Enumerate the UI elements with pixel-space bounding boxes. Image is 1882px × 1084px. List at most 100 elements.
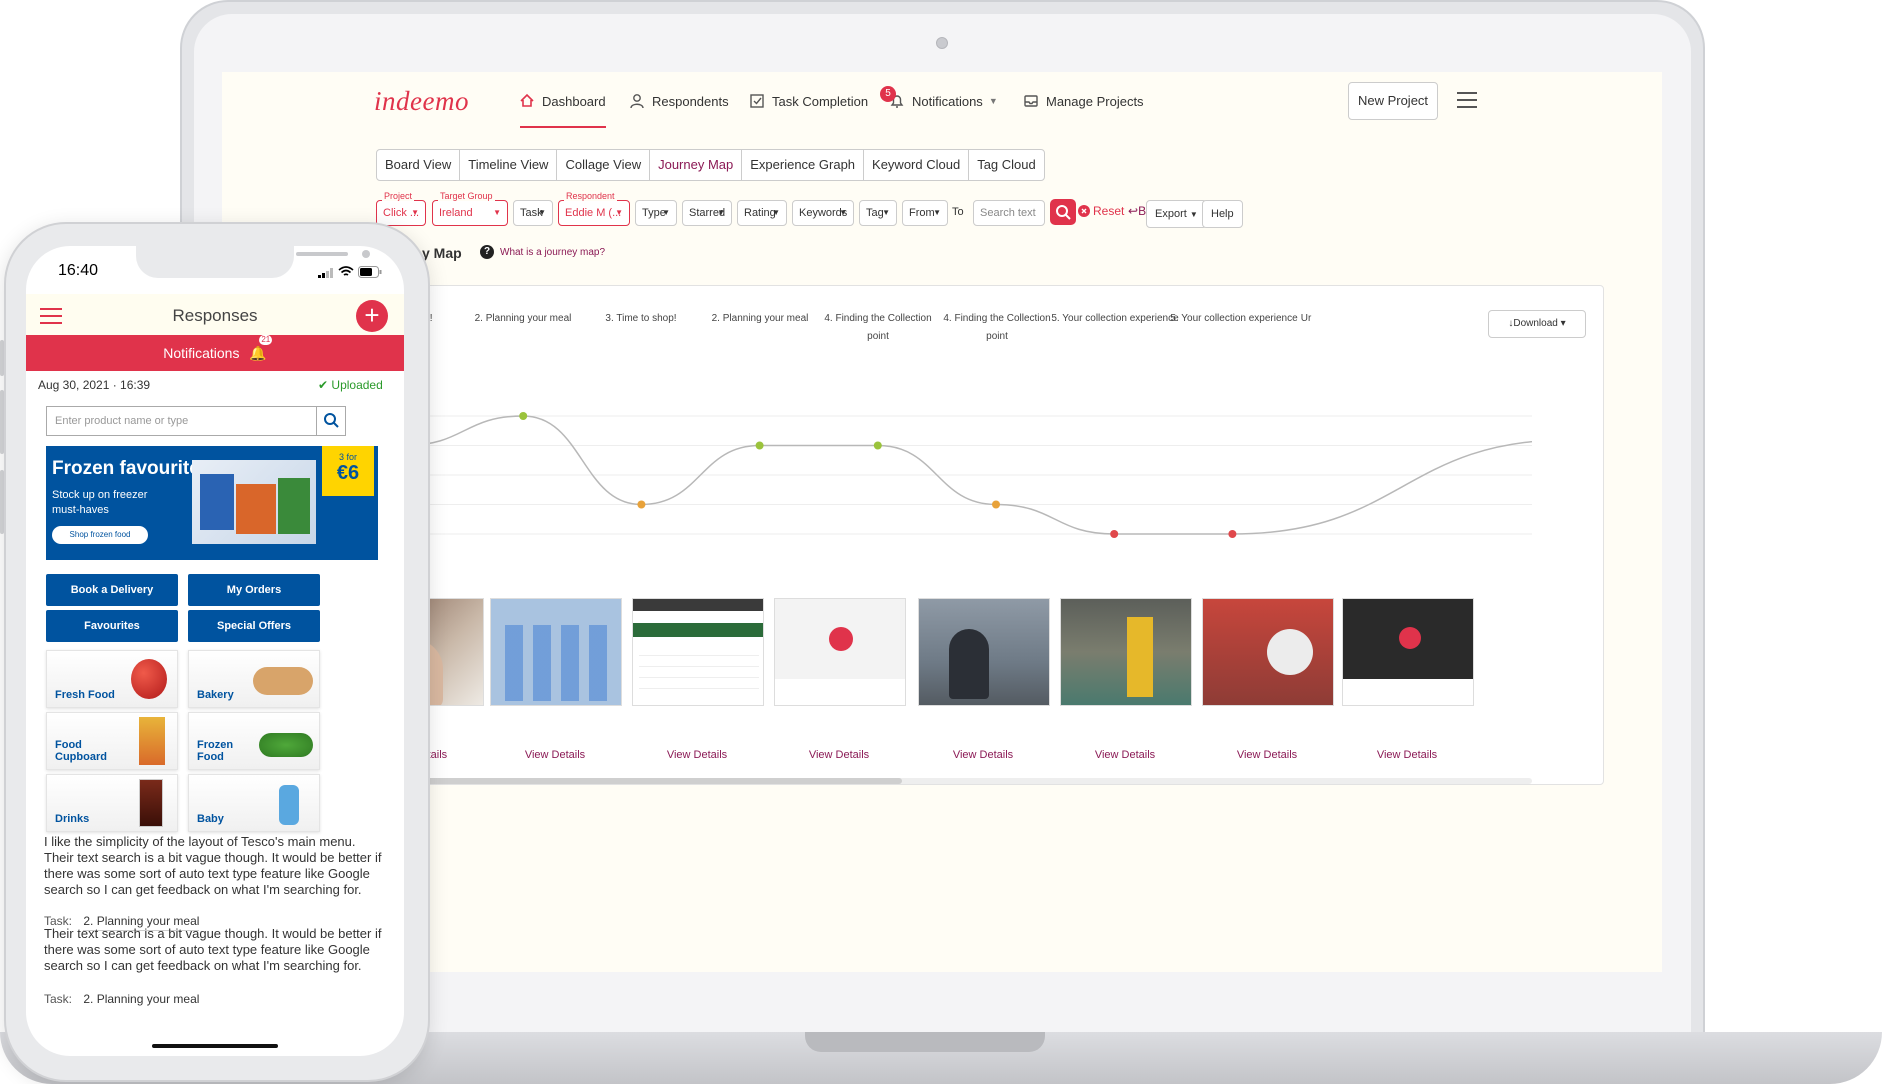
nav-task-completion-label: Task Completion [772,93,869,109]
caret-icon: ▼ [662,208,670,217]
data-point[interactable] [992,500,1000,509]
data-point[interactable] [755,441,764,450]
caret-icon: ▼ [717,208,725,217]
category-baby[interactable]: Baby [188,774,320,832]
checkbox-icon [750,94,764,108]
nav-respondents[interactable]: Respondents [628,92,729,110]
thumbnail-2[interactable] [490,598,622,706]
tab-journey-map[interactable]: Journey Map [650,150,743,180]
chevron-down-icon: ▼ [988,96,998,106]
target-group-filter-value: Ireland [439,207,473,219]
data-point[interactable] [519,412,528,420]
notifications-label: Notifications [163,345,240,361]
add-response-button[interactable]: + [356,300,388,332]
new-project-button[interactable]: New Project [1348,82,1438,120]
category-fresh-food[interactable]: Fresh Food [46,650,178,708]
data-point[interactable] [1110,530,1119,538]
download-button[interactable]: ↓Download ▾ [1488,310,1586,338]
starred-filter[interactable]: Starred ▼ [682,200,732,226]
type-filter[interactable]: Type ▼ [635,200,677,226]
close-circle-icon [1078,205,1090,217]
view-details-link[interactable]: View Details [1060,749,1190,761]
help-button[interactable]: Help [1202,200,1243,228]
nav-notifications[interactable]: Notifications ▼ [888,92,998,110]
promo-subtitle: Stock up on freezer must-haves [52,489,148,516]
category-bakery[interactable]: Bakery [188,650,320,708]
notifications-bar[interactable]: Notifications 🔔 21 [26,335,404,371]
horizontal-scrollbar[interactable] [352,778,1532,784]
category-food-cupboard[interactable]: Food Cupboard [46,712,178,770]
rating-filter[interactable]: Rating ▼ [737,200,787,226]
export-button[interactable]: Export ▼ [1146,200,1207,228]
caret-icon: ▼ [493,208,501,217]
view-details-link[interactable]: View Details [632,749,762,761]
play-icon[interactable] [1399,627,1421,649]
play-icon[interactable] [829,627,853,651]
scrollbar-thumb[interactable] [352,778,902,784]
nav-dashboard[interactable]: Dashboard [518,92,606,110]
journey-help-link[interactable]: What is a journey map? [500,247,605,258]
laptop-notch [805,1032,1045,1052]
data-point[interactable] [637,500,646,509]
view-details-link[interactable]: View Details [1202,749,1332,761]
view-details-link[interactable]: View Details [918,749,1048,761]
nav-task-completion[interactable]: Task Completion [748,92,868,110]
caret-icon: ▼ [615,208,623,217]
view-details-link[interactable]: View Details [774,749,904,761]
tag-filter[interactable]: Tag ▼ [859,200,897,226]
tab-board-view[interactable]: Board View [377,150,461,180]
book-delivery-button[interactable]: Book a Delivery [46,574,178,606]
product-search-input[interactable]: Enter product name or type [46,406,346,436]
view-details-link[interactable]: View Details [490,749,620,761]
nav-manage-projects[interactable]: Manage Projects [1022,92,1144,110]
inbox-icon [1024,95,1038,107]
tab-keyword-cloud[interactable]: Keyword Cloud [864,150,970,180]
price-badge: 3 for €6 [322,446,374,496]
thumbnail-5[interactable] [918,598,1050,706]
journey-map-title: y Map [422,245,462,261]
product-search-button[interactable] [316,406,346,436]
tab-timeline-view[interactable]: Timeline View [460,150,558,180]
search-button[interactable] [1050,199,1076,225]
frozen-favourites-banner[interactable]: Frozen favourites Stock up on freezer mu… [46,446,378,560]
thumbnail-8[interactable] [1342,598,1474,706]
task-label: Task: [44,992,73,1006]
search-text-input[interactable]: Search text [973,200,1045,226]
shop-frozen-food-button[interactable]: Shop frozen food [52,526,148,544]
category-drinks[interactable]: Drinks [46,774,178,832]
thumbnail-4[interactable] [774,598,906,706]
indeemo-logo[interactable]: indeemo [374,86,469,117]
thumbnail-7[interactable] [1202,598,1334,706]
tab-tag-cloud[interactable]: Tag Cloud [969,150,1044,180]
data-point[interactable] [1228,530,1237,538]
stage-label: 5. Your collection experience [1051,313,1179,324]
tab-collage-view[interactable]: Collage View [557,150,651,180]
wifi-icon [338,266,354,276]
my-orders-button[interactable]: My Orders [188,574,320,606]
question-icon: ? [480,245,494,259]
to-filter[interactable]: To [952,200,968,226]
task-filter[interactable]: Task ▼ [513,200,553,226]
keywords-filter[interactable]: Keywords ▼ [792,200,854,226]
category-label: Fresh Food [55,689,115,701]
target-group-filter[interactable]: Target Group Ireland ▼ [432,191,508,226]
app-icons-image [505,625,609,701]
view-details-link[interactable]: View Details [1342,749,1472,761]
project-filter[interactable]: Project Click ... ▼ [376,191,426,226]
data-point[interactable] [873,441,882,450]
hamburger-menu-icon[interactable] [1457,92,1477,113]
home-icon [520,93,534,107]
respondent-filter[interactable]: Respondent Eddie M (... ▼ [558,191,630,226]
reset-button[interactable]: Reset [1078,204,1124,218]
tab-experience-graph[interactable]: Experience Graph [742,150,865,180]
journey-help[interactable]: ? What is a journey map? [480,245,605,259]
caret-icon: ▼ [882,208,890,217]
user-icon [630,94,644,109]
thumbnail-6[interactable] [1060,598,1192,706]
favourites-button[interactable]: Favourites [46,610,178,642]
special-offers-button[interactable]: Special Offers [188,610,320,642]
thumbnail-3[interactable] [632,598,764,706]
uploaded-label: Uploaded [331,378,383,392]
from-filter[interactable]: From ▼ [902,200,948,226]
category-frozen-food[interactable]: Frozen Food [188,712,320,770]
